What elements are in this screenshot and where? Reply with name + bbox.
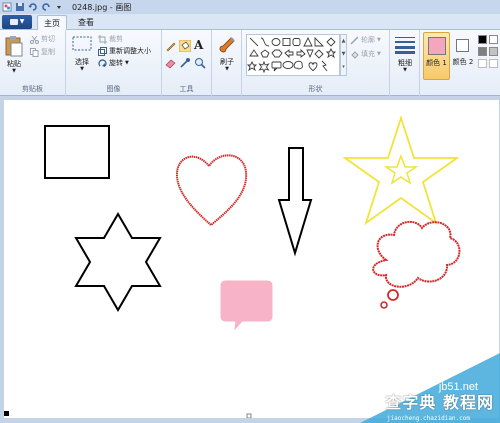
color1-button[interactable]: 颜色 1 <box>423 32 450 80</box>
color2-swatch <box>456 39 469 52</box>
palette-swatch-light-gray[interactable] <box>489 47 498 56</box>
ribbon-tabs: ▼ 主页 查看 <box>0 14 500 30</box>
text-tool-icon[interactable]: A <box>194 38 203 52</box>
chevron-down-icon: ▼ <box>80 66 84 72</box>
tools-group: A 工具 <box>162 30 212 96</box>
resize-label: 重新调整大小 <box>109 47 151 55</box>
tab-home[interactable]: 主页 <box>37 15 67 30</box>
chevron-down-icon: ▼ <box>377 51 381 57</box>
canvas-resize-handle[interactable] <box>4 411 9 416</box>
cloud-bubble-small <box>380 301 388 309</box>
paste-icon <box>5 36 23 57</box>
eraser-icon[interactable] <box>165 57 177 69</box>
palette-swatch-white[interactable] <box>489 35 498 44</box>
outline-button[interactable]: 轮廓 ▼ <box>350 35 381 45</box>
color2-button[interactable]: 颜色 2 <box>453 32 473 80</box>
chevron-down-icon: ▼ <box>125 60 129 66</box>
crop-icon <box>98 34 107 44</box>
fill-label: 填充 <box>361 50 375 58</box>
six-point-star-shape <box>74 212 162 312</box>
outline-icon <box>350 35 359 45</box>
clipboard-group-label: 剪贴板 <box>22 85 43 93</box>
color2-label: 颜色 2 <box>452 58 474 66</box>
cut-button[interactable]: 剪切 <box>30 34 55 44</box>
paste-button[interactable]: 粘贴 ▼ <box>3 33 25 75</box>
outline-label: 轮廓 <box>361 36 375 44</box>
size-group: 粗细 ▼ <box>390 30 420 96</box>
shapes-gallery[interactable] <box>246 34 340 76</box>
cloud-callout-shape <box>372 220 461 288</box>
cloud-bubble-large <box>387 289 399 301</box>
tab-view[interactable]: 查看 <box>74 15 98 30</box>
clipboard-group: 粘贴 ▼ 剪切 复制 剪贴板 <box>0 30 66 96</box>
select-button[interactable]: 选择 ▼ <box>69 33 95 77</box>
shapes-gallery-icon <box>247 36 337 74</box>
shapes-group-label: 形状 <box>308 85 323 93</box>
cut-label: 剪切 <box>41 35 55 43</box>
magnifier-icon[interactable] <box>194 57 206 69</box>
tools-group-label: 工具 <box>179 85 194 93</box>
watermark-url: jiaocheng.chazidian.com <box>386 415 470 422</box>
brushes-button[interactable]: 刷子 ▼ <box>214 33 240 77</box>
save-icon[interactable] <box>15 2 25 12</box>
resize-button[interactable]: 重新调整大小 <box>98 46 151 56</box>
size-button[interactable]: 粗细 ▼ <box>392 34 418 78</box>
app-icon <box>2 2 12 12</box>
crop-label: 裁剪 <box>109 35 123 43</box>
selection-icon <box>72 36 92 51</box>
copy-button[interactable]: 复制 <box>30 47 55 57</box>
resize-icon <box>98 46 107 56</box>
rectangle-shape <box>44 125 110 179</box>
chevron-down-icon: ▼ <box>225 66 229 72</box>
shapes-group: ▲ ▼ ▾ 轮廓 ▼ 填充 ▼ 形状 <box>242 30 390 96</box>
chevron-down-icon: ▼ <box>403 67 407 73</box>
image-group: 选择 ▼ 裁剪 重新调整大小 旋转 ▼ 图像 <box>66 30 162 96</box>
menu-icon <box>9 19 18 25</box>
scissors-icon <box>30 35 39 44</box>
inner-star-shape <box>383 153 419 185</box>
shapes-scroll[interactable]: ▲ ▼ ▾ <box>340 34 347 76</box>
fill-icon <box>351 50 359 59</box>
redo-icon[interactable] <box>41 2 51 12</box>
color1-swatch <box>428 37 446 55</box>
color1-label: 颜色 1 <box>426 59 447 67</box>
palette <box>476 33 500 79</box>
palette-swatch-gray[interactable] <box>478 47 487 56</box>
star-shape <box>342 115 460 226</box>
brush-icon <box>219 37 235 53</box>
canvas-resize-handle[interactable] <box>246 413 252 418</box>
palette-swatch-empty[interactable] <box>478 59 487 68</box>
color-picker-icon[interactable] <box>179 57 191 69</box>
image-group-label: 图像 <box>106 85 121 93</box>
copy-icon <box>30 47 39 57</box>
brushes-group: 刷子 ▼ <box>212 30 242 96</box>
quick-access-toolbar <box>0 0 64 14</box>
colors-group: 颜色 1 颜色 2 <box>420 30 500 96</box>
fill-bucket-icon[interactable] <box>179 40 191 52</box>
chevron-down-icon: ▼ <box>12 68 16 74</box>
copy-label: 复制 <box>41 48 55 56</box>
pencil-icon[interactable] <box>165 40 177 52</box>
crop-button[interactable]: 裁剪 <box>98 34 123 44</box>
customize-toolbar-icon[interactable] <box>54 2 64 12</box>
line-thickness-icon <box>395 37 415 54</box>
file-menu-button[interactable]: ▼ <box>2 15 32 29</box>
rotate-icon <box>98 58 107 67</box>
watermark-main: 查字典 教程网 <box>385 393 494 412</box>
heart-shape <box>175 154 248 227</box>
chevron-down-icon: ▼ <box>377 37 381 43</box>
undo-icon[interactable] <box>28 2 38 12</box>
palette-swatch-empty[interactable] <box>489 59 498 68</box>
down-arrow-shape <box>277 147 313 257</box>
rotate-label: 旋转 <box>109 59 123 67</box>
rotate-button[interactable]: 旋转 ▼ <box>98 58 129 68</box>
chevron-down-icon: ▼ <box>19 18 25 25</box>
ribbon: 粘贴 ▼ 剪切 复制 剪贴板 选择 ▼ 裁剪 重新调整大小 旋转 ▼ 图像 A … <box>0 30 500 96</box>
palette-swatch-black[interactable] <box>478 35 487 44</box>
fill-button[interactable]: 填充 ▼ <box>350 49 381 59</box>
window-title: 0248.jpg - 画图 <box>72 2 132 12</box>
title-bar: 0248.jpg - 画图 <box>0 0 500 14</box>
speech-callout-shape <box>220 280 273 331</box>
